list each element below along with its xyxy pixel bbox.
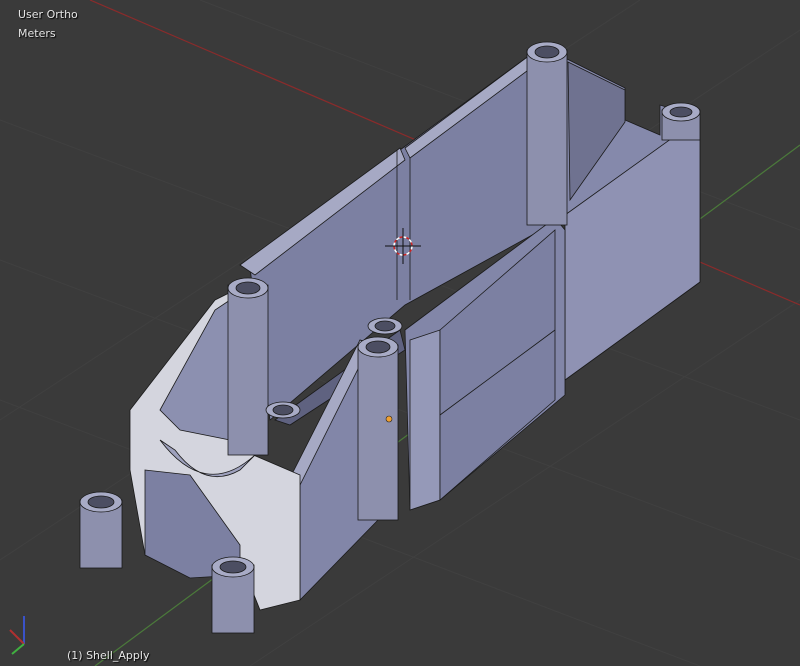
units-label: Meters xyxy=(18,27,56,40)
active-object-label: (1) Shell_Apply xyxy=(67,649,150,662)
3d-viewport[interactable]: User Ortho Meters (1) Shell_Apply xyxy=(0,0,800,666)
object-origin-icon xyxy=(385,415,393,423)
axis-gizmo-icon xyxy=(9,616,25,655)
viewport-scene[interactable] xyxy=(0,0,800,666)
view-name-label: User Ortho xyxy=(18,8,78,21)
mesh-shell-apply[interactable] xyxy=(79,41,701,634)
